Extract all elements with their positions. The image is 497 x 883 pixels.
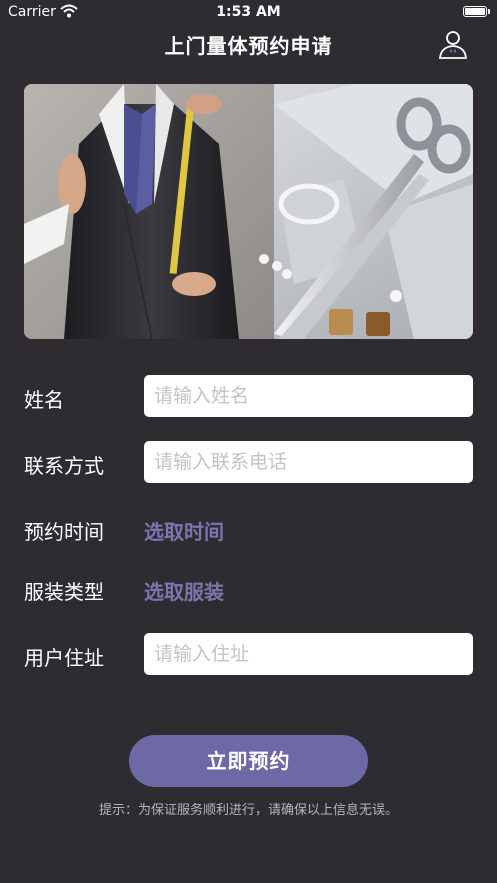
select-time-button[interactable]: 选取时间 <box>144 516 224 545</box>
tip-text: 提示：为保证服务顺利进行，请确保以上信息无误。 <box>98 803 398 818</box>
user-profile-button[interactable] <box>437 28 469 60</box>
battery-icon <box>463 6 490 17</box>
clothing-type-label: 服装类型 <box>24 580 104 604</box>
contact-input[interactable] <box>144 441 473 483</box>
user-icon <box>439 31 467 59</box>
name-label: 姓名 <box>24 388 64 412</box>
appointment-time-row: 预约时间 选取时间 <box>24 507 473 549</box>
book-now-button[interactable]: 立即预约 <box>129 735 368 787</box>
address-label: 用户住址 <box>24 646 104 670</box>
name-input[interactable] <box>144 375 473 417</box>
appointment-time-label: 预约时间 <box>24 520 104 544</box>
page-title: 上门量体预约申请 <box>164 34 333 58</box>
name-row: 姓名 <box>24 375 473 417</box>
contact-row: 联系方式 <box>24 441 473 483</box>
contact-label: 联系方式 <box>24 454 104 478</box>
status-time: 1:53 AM <box>216 4 281 20</box>
hero-banner-image <box>24 84 473 339</box>
address-row: 用户住址 <box>24 633 473 675</box>
address-input[interactable] <box>144 633 473 675</box>
select-clothing-button[interactable]: 选取服装 <box>144 576 224 605</box>
status-bar: Carrier 1:53 AM <box>0 0 497 26</box>
clothing-type-row: 服装类型 选取服装 <box>24 567 473 609</box>
